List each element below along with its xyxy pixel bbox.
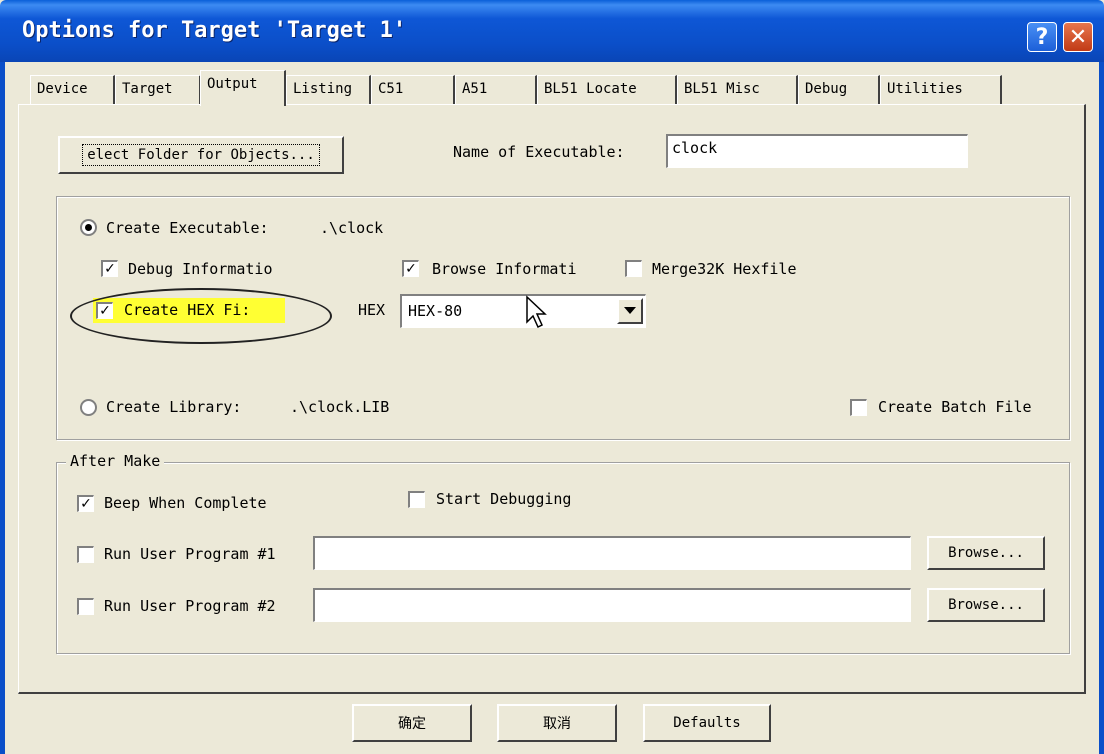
tab-label: BL51 Locate xyxy=(544,81,637,97)
start-debugging-label: Start Debugging xyxy=(436,490,572,508)
create-batch-file-checkbox[interactable] xyxy=(850,399,867,416)
help-button[interactable]: ? xyxy=(1027,22,1057,52)
name-of-executable-input[interactable]: clock xyxy=(666,134,968,168)
create-batch-file-label: Create Batch File xyxy=(878,398,1032,416)
title-bar[interactable]: Options for Target 'Target 1' ? ✕ xyxy=(0,0,1104,62)
defaults-label: Defaults xyxy=(673,715,741,731)
tab-c51[interactable]: C51 xyxy=(371,75,455,105)
name-of-executable-label: Name of Executable: xyxy=(453,143,625,161)
create-hex-label: Create HEX Fi: xyxy=(124,301,251,319)
mouse-pointer-icon xyxy=(526,295,547,329)
debug-info-checkbox[interactable]: ✓ xyxy=(101,260,118,277)
tab-label: BL51 Misc xyxy=(684,81,760,97)
browse-program-2-button[interactable]: Browse... xyxy=(927,588,1045,622)
tab-bl51-misc[interactable]: BL51 Misc xyxy=(677,75,798,105)
hex-format-value: HEX-80 xyxy=(408,302,463,320)
cancel-label: 取消 xyxy=(543,716,571,732)
after-make-title: After Make xyxy=(66,452,165,470)
beep-when-complete-label: Beep When Complete xyxy=(104,494,267,512)
select-folder-button[interactable]: elect Folder for Objects... xyxy=(58,136,344,174)
run-user-program-2-input[interactable] xyxy=(313,588,911,622)
ok-label: 确定 xyxy=(398,716,426,732)
run-user-program-1-checkbox[interactable] xyxy=(77,546,94,563)
defaults-button[interactable]: Defaults xyxy=(643,704,771,742)
merge32k-hexfile-checkbox[interactable] xyxy=(625,260,642,277)
tab-label: Device xyxy=(37,81,88,97)
window-frame-left xyxy=(0,62,5,754)
help-icon: ? xyxy=(1035,24,1049,50)
tab-label: C51 xyxy=(378,81,404,97)
tab-label: Utilities xyxy=(887,81,963,97)
run-user-program-2-checkbox[interactable] xyxy=(77,598,94,615)
name-of-executable-value: clock xyxy=(672,139,718,157)
tab-target[interactable]: Target xyxy=(115,75,201,105)
beep-when-complete-checkbox[interactable]: ✓ xyxy=(77,495,94,512)
create-library-radio[interactable] xyxy=(80,399,97,416)
start-debugging-checkbox[interactable] xyxy=(408,491,425,508)
tab-utilities[interactable]: Utilities xyxy=(880,75,1002,105)
tab-label: Listing xyxy=(293,81,353,97)
create-library-path: .\clock.LIB xyxy=(290,398,390,416)
select-folder-label: elect Folder for Objects... xyxy=(82,144,320,166)
create-executable-radio[interactable] xyxy=(80,219,97,236)
tab-listing[interactable]: Listing xyxy=(286,75,371,105)
window-frame-right xyxy=(1099,62,1104,754)
browse-label: Browse... xyxy=(948,597,1024,613)
tab-label: Output xyxy=(207,76,258,92)
create-hex-checkbox[interactable]: ✓ xyxy=(96,302,113,319)
tab-a51[interactable]: A51 xyxy=(455,75,537,105)
tab-label: Target xyxy=(122,81,173,97)
browse-info-label: Browse Informati xyxy=(432,260,577,278)
window-title: Options for Target 'Target 1' xyxy=(22,18,407,43)
tab-debug[interactable]: Debug xyxy=(798,75,880,105)
create-executable-label: Create Executable: xyxy=(106,219,269,237)
cancel-button[interactable]: 取消 xyxy=(497,704,617,742)
close-icon: ✕ xyxy=(1068,24,1088,50)
tab-label: A51 xyxy=(462,81,488,97)
tab-device[interactable]: Device xyxy=(30,75,115,105)
merge32k-hexfile-label: Merge32K Hexfile xyxy=(652,260,797,278)
tab-output[interactable]: Output xyxy=(200,70,286,106)
browse-label: Browse... xyxy=(948,545,1024,561)
browse-program-1-button[interactable]: Browse... xyxy=(927,536,1045,570)
hex-format-label: HEX xyxy=(358,301,386,319)
create-library-label: Create Library: xyxy=(106,398,242,416)
hex-format-select[interactable]: HEX-80 xyxy=(400,294,646,328)
tab-bl51-locate[interactable]: BL51 Locate xyxy=(537,75,677,105)
close-button[interactable]: ✕ xyxy=(1063,22,1093,52)
run-user-program-1-label: Run User Program #1 xyxy=(104,545,276,563)
create-executable-path: .\clock xyxy=(320,219,384,237)
run-user-program-1-input[interactable] xyxy=(313,536,911,570)
ok-button[interactable]: 确定 xyxy=(352,704,472,742)
tab-label: Debug xyxy=(805,81,848,97)
chevron-down-icon[interactable] xyxy=(617,298,643,324)
run-user-program-2-label: Run User Program #2 xyxy=(104,597,276,615)
browse-info-checkbox[interactable]: ✓ xyxy=(402,260,419,277)
debug-info-label: Debug Informatio xyxy=(128,260,273,278)
